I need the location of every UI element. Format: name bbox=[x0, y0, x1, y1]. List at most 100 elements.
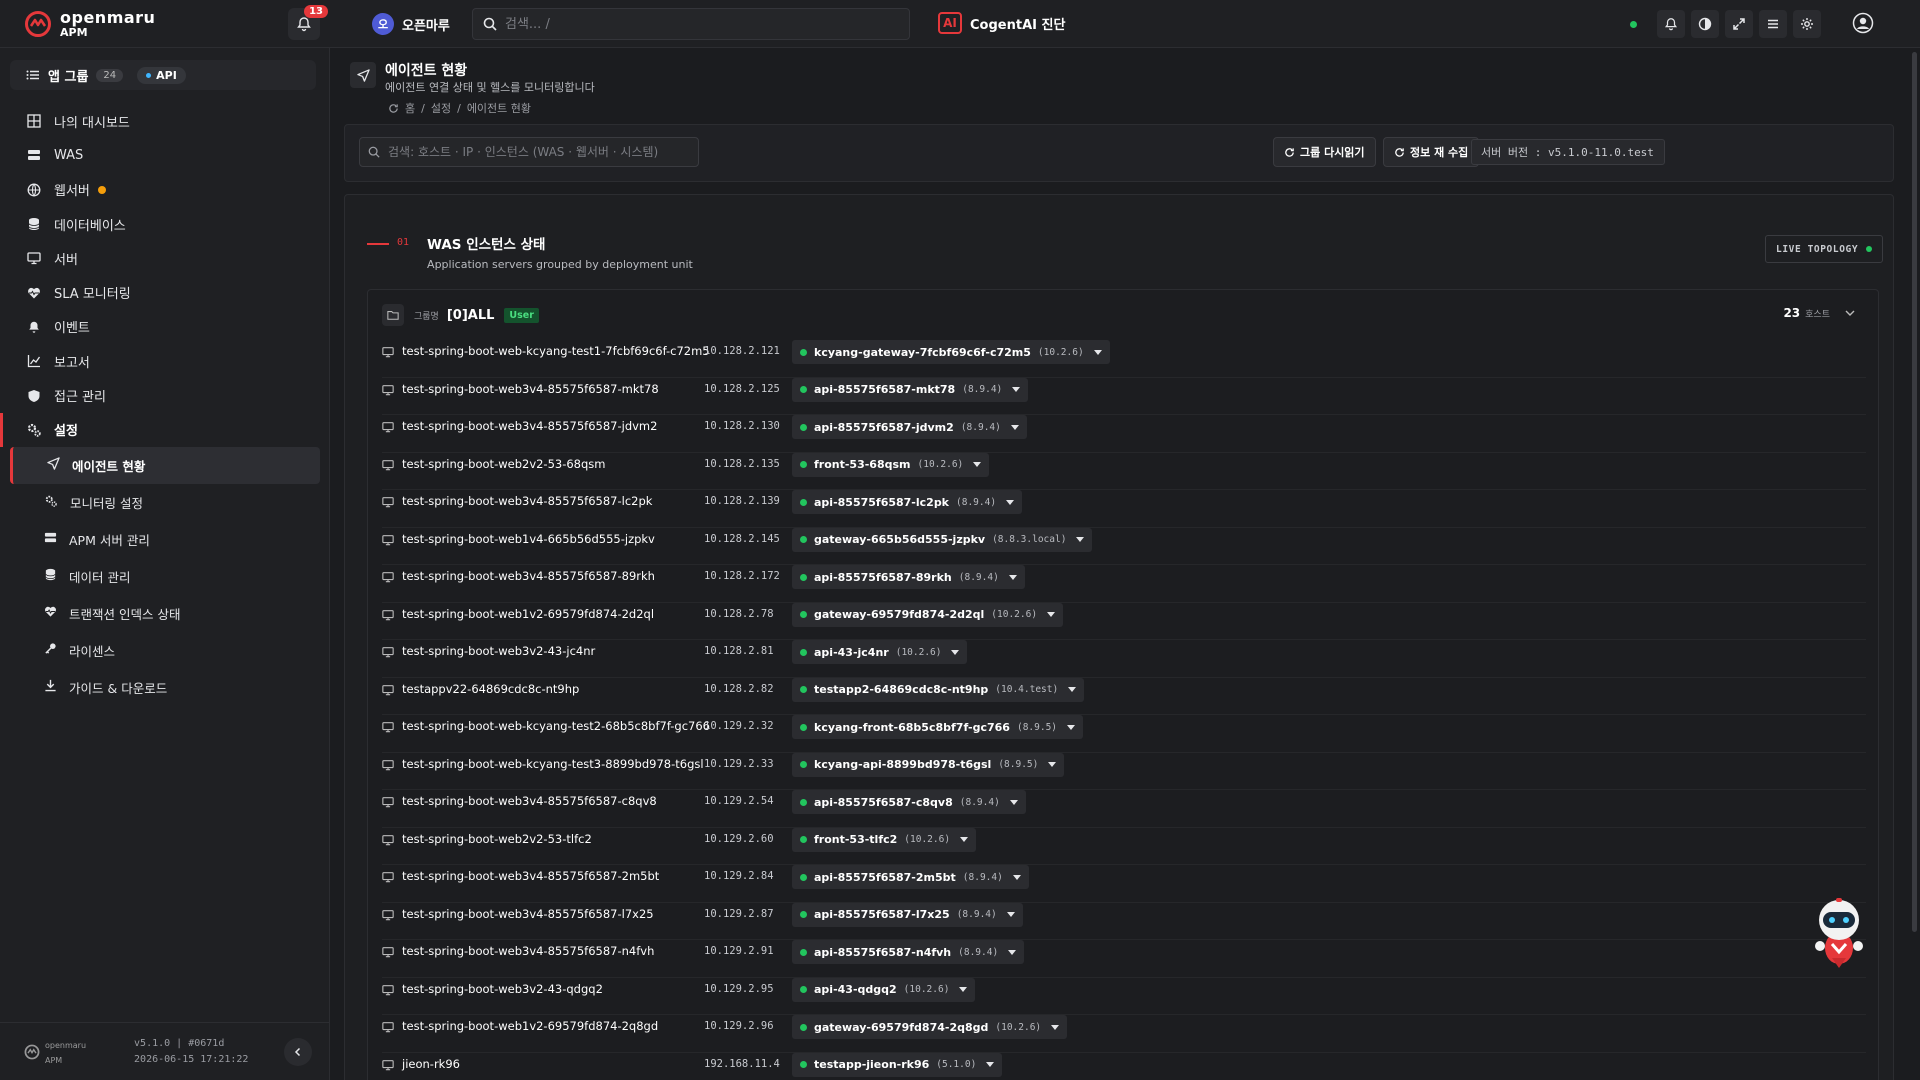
table-row[interactable]: test-spring-boot-web3v4-85575f6587-lc2pk… bbox=[382, 490, 1866, 528]
alerts-button[interactable] bbox=[1657, 10, 1685, 38]
instance-selector[interactable]: api-43-jc4nr (10.2.6) bbox=[792, 640, 968, 664]
table-row[interactable]: test-spring-boot-web2v2-53-68qsm 10.128.2… bbox=[382, 452, 1866, 490]
table-row[interactable]: test-spring-boot-web3v2-43-qdgq2 10.129.2… bbox=[382, 977, 1866, 1015]
sidebar-item-server[interactable]: 서버 bbox=[0, 241, 330, 275]
sidebar-item-dashboard[interactable]: 나의 대시보드 bbox=[0, 104, 330, 138]
instance-selector[interactable]: front-53-68qsm (10.2.6) bbox=[792, 452, 990, 477]
instance-selector[interactable]: kcyang-front-68b5c8bf7f-gc766 (8.9.5) bbox=[792, 715, 1084, 739]
instance-selector[interactable]: api-85575f6587-c8qv8 (8.9.4) bbox=[792, 790, 1026, 814]
instance-selector[interactable]: gateway-665b56d555-jzpkv (8.8.3.local) bbox=[792, 527, 1093, 552]
sidebar-item-sla[interactable]: SLA 모니터링 bbox=[0, 275, 330, 309]
caret-down-icon bbox=[973, 462, 982, 467]
sidebar-subitem-agent-status[interactable]: 에이전트 현황 bbox=[10, 446, 320, 484]
host-ip: 10.129.2.60 bbox=[704, 832, 774, 845]
host-name: test-spring-boot-web3v4-85575f6587-89rkh bbox=[402, 569, 655, 583]
host-ip: 10.128.2.130 bbox=[704, 420, 780, 432]
instance-selector[interactable]: testapp-jieon-rk96 (5.1.0) bbox=[792, 1052, 1003, 1077]
monitor-icon bbox=[26, 250, 42, 266]
table-row[interactable]: testappv22-64869cdc8c-nt9hp 10.128.2.82 te… bbox=[382, 677, 1866, 715]
app-group-selector[interactable]: 앱 그룹 24 API bbox=[10, 60, 316, 90]
tenant-selector[interactable]: 오 오픈마루 bbox=[372, 13, 450, 35]
table-row[interactable]: test-spring-boot-web3v4-85575f6587-l7x25… bbox=[382, 902, 1866, 940]
chevron-down-icon[interactable] bbox=[1844, 307, 1856, 319]
table-row[interactable]: test-spring-boot-web3v4-85575f6587-n4fvh… bbox=[382, 940, 1866, 978]
sidebar-item-settings[interactable]: 설정 bbox=[0, 412, 330, 447]
notifications-button[interactable]: 13 bbox=[288, 5, 328, 40]
monitor-icon bbox=[382, 909, 394, 920]
cogent-ai-button[interactable]: AI CogentAI 진단 bbox=[938, 12, 1065, 34]
instance-status-dot bbox=[800, 461, 807, 468]
menu-button[interactable] bbox=[1759, 10, 1787, 38]
table-row[interactable]: test-spring-boot-web-kcyang-test1-7fcbf6… bbox=[382, 340, 1866, 378]
sidebar-item-was[interactable]: WAS bbox=[0, 138, 330, 172]
instance-version: (8.9.4) bbox=[962, 871, 1003, 883]
sidebar-collapse-button[interactable] bbox=[284, 1038, 312, 1066]
sidebar-subitem-apm-server[interactable]: APM 서버 관리 bbox=[0, 521, 330, 558]
group-header[interactable]: 그룹명 [0]ALL User 23 호스트 bbox=[382, 302, 1866, 328]
table-row[interactable]: test-spring-boot-web3v4-85575f6587-c8qv8… bbox=[382, 790, 1866, 828]
app-logo[interactable]: openmaru APM bbox=[24, 7, 284, 38]
host-ip: 10.129.2.91 bbox=[704, 945, 774, 957]
refresh-icon[interactable] bbox=[388, 103, 399, 114]
scrollbar-thumb[interactable] bbox=[1912, 52, 1917, 932]
instance-selector[interactable]: api-85575f6587-l7x25 (8.9.4) bbox=[792, 902, 1023, 927]
user-avatar-icon[interactable] bbox=[1852, 12, 1874, 34]
table-row[interactable]: test-spring-boot-web-kcyang-test3-8899bd… bbox=[382, 752, 1866, 790]
sidebar-item-events[interactable]: 이벤트 bbox=[0, 310, 330, 344]
instance-selector[interactable]: api-85575f6587-mkt78 (8.9.4) bbox=[792, 377, 1029, 402]
sidebar-subitem-guide-download[interactable]: 가이드 & 다운로드 bbox=[0, 669, 330, 706]
api-toggle[interactable]: API bbox=[137, 66, 186, 84]
instance-selector[interactable]: api-85575f6587-n4fvh (8.9.4) bbox=[792, 940, 1025, 964]
instance-selector[interactable]: api-85575f6587-lc2pk (8.9.4) bbox=[792, 490, 1023, 514]
sidebar-item-database[interactable]: 데이터베이스 bbox=[0, 207, 330, 241]
instance-selector[interactable]: front-53-tlfc2 (10.2.6) bbox=[792, 827, 977, 852]
global-search-input[interactable] bbox=[505, 16, 885, 32]
table-row[interactable]: test-spring-boot-web2v2-53-tlfc2 10.129.2… bbox=[382, 827, 1866, 865]
global-search[interactable] bbox=[472, 8, 910, 40]
table-row[interactable]: test-spring-boot-web1v2-69579fd874-2q8gd… bbox=[382, 1015, 1866, 1053]
breadcrumb-settings[interactable]: 설정 bbox=[431, 100, 451, 116]
sidebar-subitem-data-management[interactable]: 데이터 관리 bbox=[0, 558, 330, 595]
table-row[interactable]: test-spring-boot-web3v2-43-jc4nr 10.128.2… bbox=[382, 640, 1866, 678]
table-row[interactable]: test-spring-boot-web3v4-85575f6587-2m5bt… bbox=[382, 865, 1866, 903]
sidebar-item-access[interactable]: 접근 관리 bbox=[0, 378, 330, 412]
fullscreen-button[interactable] bbox=[1725, 10, 1753, 38]
instance-selector[interactable]: gateway-69579fd874-2q8gd (10.2.6) bbox=[792, 1015, 1068, 1039]
recollect-button[interactable]: 정보 재 수집 bbox=[1383, 137, 1480, 167]
sidebar-item-webserver[interactable]: 웹서버 bbox=[0, 173, 330, 207]
sidebar-item-label: 데이터베이스 bbox=[54, 218, 126, 234]
instance-selector[interactable]: api-85575f6587-2m5bt (8.9.4) bbox=[792, 865, 1029, 889]
table-row[interactable]: test-spring-boot-web3v4-85575f6587-89rkh… bbox=[382, 565, 1866, 603]
table-row[interactable]: test-spring-boot-web1v2-69579fd874-2d2ql… bbox=[382, 602, 1866, 640]
table-row[interactable]: test-spring-boot-web-kcyang-test2-68b5c8… bbox=[382, 715, 1866, 753]
page-scrollbar[interactable] bbox=[1910, 48, 1920, 1080]
reload-groups-button[interactable]: 그룹 다시읽기 bbox=[1273, 137, 1376, 167]
instance-selector[interactable]: api-85575f6587-jdvm2 (8.9.4) bbox=[792, 415, 1027, 439]
caret-down-icon bbox=[1012, 387, 1021, 392]
instance-version: (8.9.4) bbox=[956, 909, 997, 920]
agent-search-input[interactable] bbox=[388, 145, 688, 159]
instance-selector[interactable]: api-43-qdgq2 (10.2.6) bbox=[792, 977, 976, 1002]
table-row[interactable]: jieon-rk96 192.168.11.4 testapp-jieon-rk96… bbox=[382, 1052, 1866, 1080]
ai-assistant-robot-icon[interactable] bbox=[1810, 896, 1868, 970]
monitor-icon bbox=[382, 534, 394, 545]
instance-selector[interactable]: gateway-69579fd874-2d2ql (10.2.6) bbox=[792, 602, 1064, 627]
sidebar-item-label: SLA 모니터링 bbox=[54, 287, 131, 303]
sidebar-subitem-license[interactable]: 라이센스 bbox=[0, 632, 330, 669]
agent-search[interactable] bbox=[359, 137, 699, 167]
instance-selector[interactable]: testapp2-64869cdc8c-nt9hp (10.4.test) bbox=[792, 677, 1085, 702]
live-topology-button[interactable]: LIVE TOPOLOGY bbox=[1765, 235, 1884, 263]
breadcrumb-home[interactable]: 홈 bbox=[405, 100, 415, 116]
table-row[interactable]: test-spring-boot-web1v4-665b56d555-jzpkv… bbox=[382, 527, 1866, 565]
table-row[interactable]: test-spring-boot-web3v4-85575f6587-jdvm2… bbox=[382, 415, 1866, 453]
sidebar-item-reports[interactable]: 보고서 bbox=[0, 344, 330, 378]
table-row[interactable]: test-spring-boot-web3v4-85575f6587-mkt78… bbox=[382, 377, 1866, 415]
sidebar-subitem-tx-index[interactable]: 트랜잭션 인덱스 상태 bbox=[0, 595, 330, 632]
logo-name: openmaru bbox=[60, 7, 156, 27]
settings-button[interactable] bbox=[1793, 10, 1821, 38]
instance-selector[interactable]: kcyang-api-8899bd978-t6gsl (8.9.5) bbox=[792, 752, 1065, 777]
instance-selector[interactable]: kcyang-gateway-7fcbf69c6f-c72m5 (10.2.6) bbox=[792, 340, 1110, 364]
instance-selector[interactable]: api-85575f6587-89rkh (8.9.4) bbox=[792, 565, 1025, 589]
sidebar-subitem-monitoring-settings[interactable]: 모니터링 설정 bbox=[0, 484, 330, 521]
theme-toggle-button[interactable] bbox=[1691, 10, 1719, 38]
